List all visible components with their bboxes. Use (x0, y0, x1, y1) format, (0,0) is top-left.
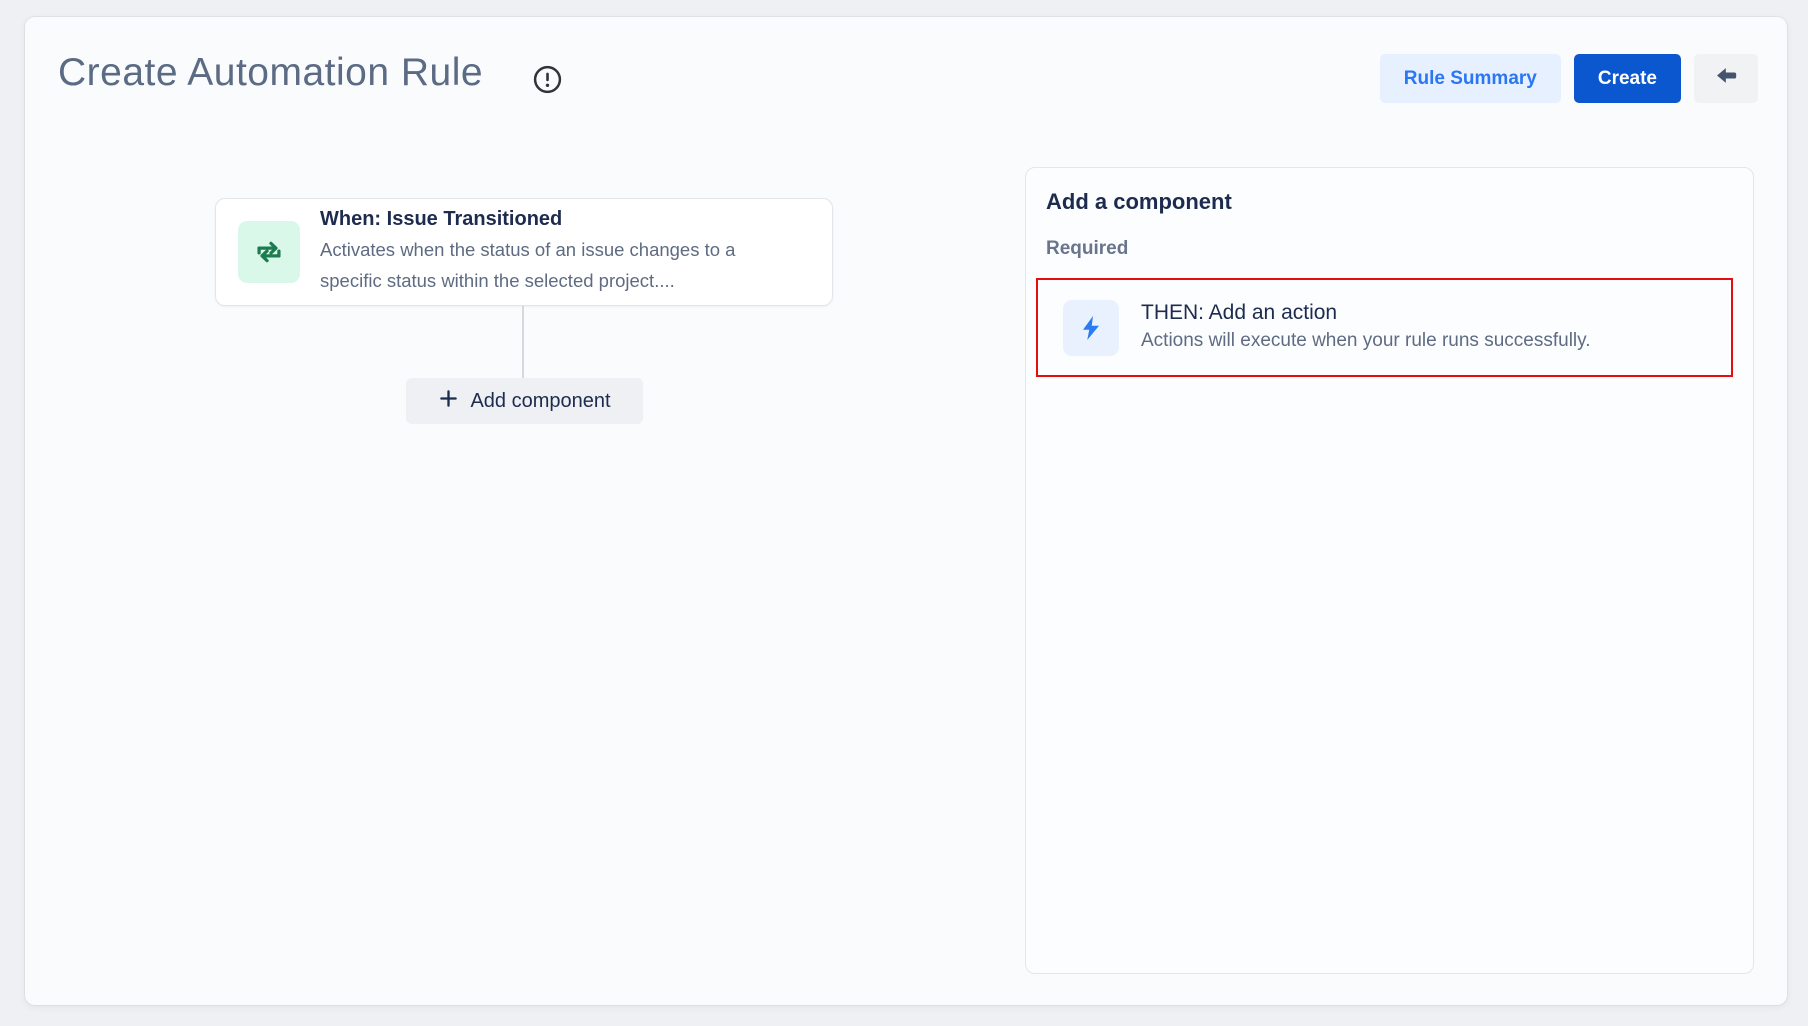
component-item-description: Actions will execute when your rule runs… (1141, 328, 1591, 354)
trigger-card-texts: When: Issue Transitioned Activates when … (320, 208, 790, 296)
create-button[interactable]: Create (1574, 54, 1681, 103)
add-component-label: Add component (470, 390, 610, 413)
transition-arrows-icon (238, 221, 300, 283)
component-item-texts: THEN: Add an action Actions will execute… (1141, 301, 1591, 354)
page-header: Create Automation Rule Rule Summary Crea… (25, 17, 1787, 137)
trigger-card-issue-transitioned[interactable]: When: Issue Transitioned Activates when … (215, 198, 833, 306)
component-item-title: THEN: Add an action (1141, 301, 1591, 325)
header-actions: Rule Summary Create (1380, 54, 1758, 103)
trigger-card-title: When: Issue Transitioned (320, 208, 790, 231)
create-automation-rule-page: Create Automation Rule Rule Summary Crea… (25, 17, 1787, 1005)
rule-summary-button[interactable]: Rule Summary (1380, 54, 1561, 103)
add-component-button[interactable]: Add component (406, 378, 643, 424)
lightning-bolt-icon (1063, 300, 1119, 356)
trigger-card-description: Activates when the status of an issue ch… (320, 234, 790, 296)
panel-section-required: Required (1046, 238, 1128, 260)
add-component-panel: Add a component Required THEN: Add an ac… (1025, 167, 1754, 974)
component-item-then-add-action[interactable]: THEN: Add an action Actions will execute… (1036, 278, 1733, 377)
back-button[interactable] (1694, 54, 1758, 103)
connector-line (522, 306, 524, 378)
plus-icon (438, 388, 459, 415)
alert-circle-icon[interactable] (532, 64, 563, 95)
page-title: Create Automation Rule (58, 51, 483, 95)
arrow-left-icon (1713, 62, 1740, 95)
panel-title: Add a component (1046, 189, 1232, 215)
